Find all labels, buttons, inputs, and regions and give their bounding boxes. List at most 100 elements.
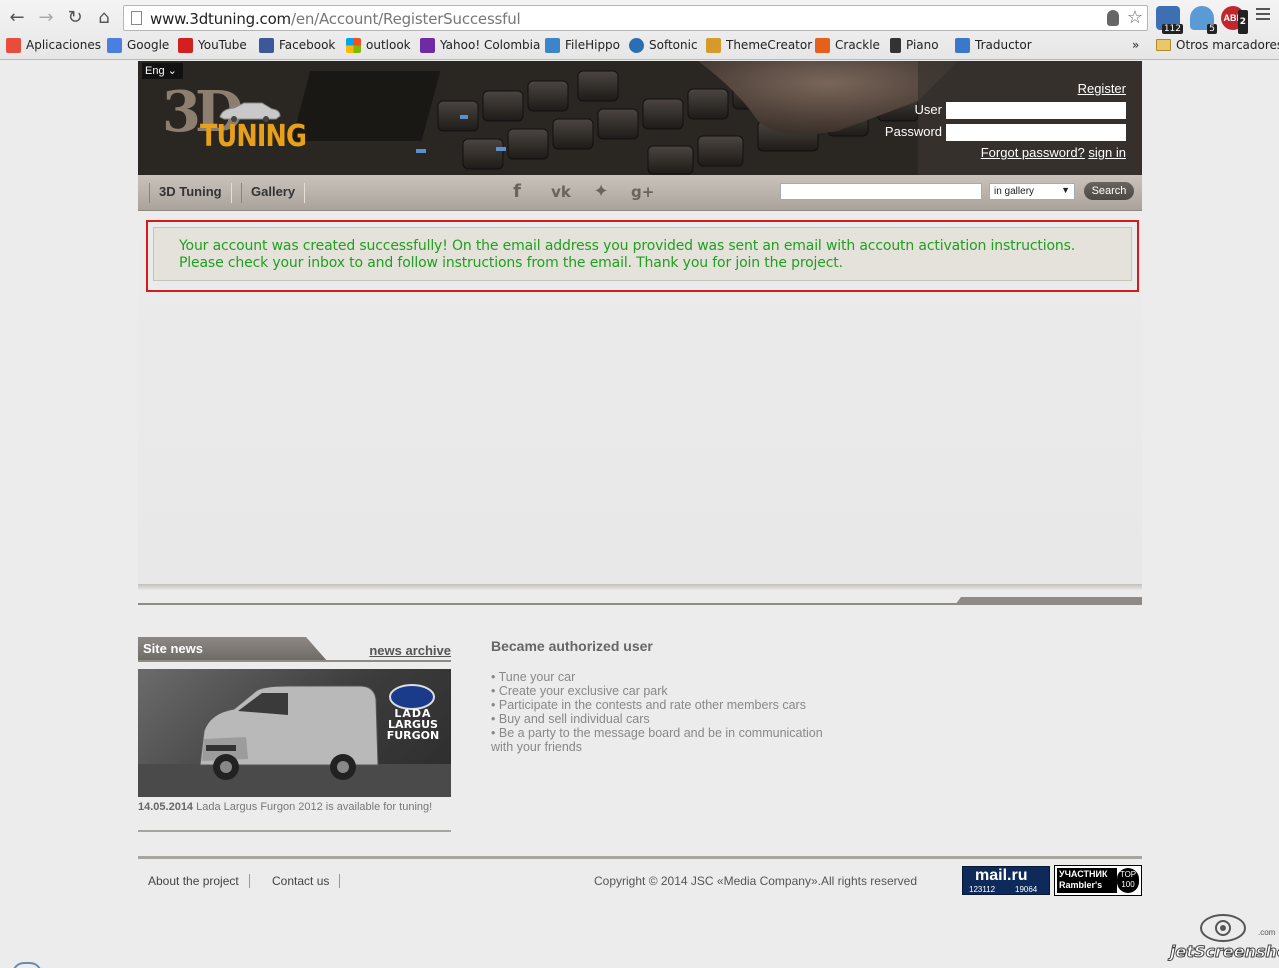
- watermark-text: jetScreenshot: [1170, 942, 1279, 962]
- site-search-input[interactable]: [780, 183, 982, 200]
- brand-line-3: FURGON: [386, 729, 440, 742]
- site-header: Eng ⌄ 3D TUNING Register User Password F…: [138, 61, 1142, 175]
- password-label: Password: [884, 124, 942, 139]
- news-date: 14.05.2014: [138, 801, 194, 813]
- bookmark-google[interactable]: Google: [107, 36, 169, 54]
- url-host: www.3dtuning.com: [150, 10, 291, 28]
- list-item: Tune your car: [491, 670, 831, 684]
- success-message-line-1: Your account was created successfully! O…: [179, 238, 1076, 254]
- nav-3d-tuning[interactable]: 3D Tuning: [149, 183, 232, 203]
- bookmark-facebook[interactable]: Facebook: [259, 36, 335, 54]
- vk-social-icon[interactable]: vk: [546, 181, 576, 203]
- contact-us-link[interactable]: Contact us: [262, 874, 341, 888]
- google-icon: [107, 37, 122, 53]
- bookmark-outlook[interactable]: outlook: [346, 36, 411, 54]
- other-bookmarks-label: Otros marcadores: [1176, 38, 1279, 52]
- bookmark-star-icon[interactable]: ☆: [1127, 7, 1143, 28]
- softonic-icon: [629, 37, 644, 53]
- bookmark-label: ThemeCreator: [726, 38, 813, 52]
- watermark-eye-icon: [1200, 914, 1246, 942]
- bookmark-traductor[interactable]: Traductor: [955, 36, 1032, 54]
- news-header-underline: [138, 660, 451, 662]
- nav-gallery[interactable]: Gallery: [241, 183, 306, 203]
- lightbulb-icon[interactable]: [1107, 10, 1119, 26]
- copyright-text: Copyright © 2014 JSC «Media Company».All…: [594, 874, 917, 888]
- reload-icon[interactable]: ↻: [64, 7, 86, 29]
- bookmark-label: YouTube: [198, 38, 247, 52]
- ghostery-extension-icon[interactable]: 5: [1190, 6, 1217, 34]
- bookmark-filehippo[interactable]: FileHippo: [545, 36, 620, 54]
- success-message-line-2: Please check your inbox to and follow in…: [179, 255, 843, 271]
- search-button[interactable]: Search: [1084, 182, 1134, 200]
- adblock-plus-extension-icon[interactable]: ABP 2: [1221, 6, 1248, 34]
- password-input[interactable]: [946, 124, 1126, 141]
- bookmark-crackle[interactable]: Crackle: [815, 36, 880, 54]
- home-icon[interactable]: ⌂: [93, 7, 115, 29]
- rambler-100: 100: [1121, 880, 1135, 889]
- rambler-line-2: Rambler's: [1059, 880, 1103, 890]
- bookmark-label: Traductor: [975, 38, 1032, 52]
- site-news-title: Site news: [138, 637, 328, 662]
- mailru-count-2: 19064: [1015, 885, 1038, 894]
- weather-badge: 112: [1161, 24, 1183, 34]
- news-item[interactable]: 14.05.2014 Lada Largus Furgon 2012 is av…: [138, 801, 451, 814]
- bookmark-label: Facebook: [279, 38, 336, 52]
- back-arrow-icon[interactable]: ←: [6, 7, 28, 29]
- rambler-participant: УЧАСТНИК Rambler's: [1057, 868, 1117, 893]
- bookmark-youtube[interactable]: YouTube: [178, 36, 247, 54]
- news-image[interactable]: LADA LARGUS FURGON: [138, 669, 451, 797]
- sign-in-link[interactable]: sign in: [1088, 145, 1126, 160]
- bookmark-piano[interactable]: Piano: [890, 36, 939, 54]
- main-navigation: 3D Tuning Gallery f vk ✦ g+ in gallery ▼ …: [138, 175, 1142, 211]
- register-link[interactable]: Register: [1078, 81, 1126, 96]
- mailru-counter-badge[interactable]: mail.ru 123112 19064: [962, 866, 1050, 895]
- bookmark-aplicaciones[interactable]: Aplicaciones: [6, 36, 101, 54]
- google-plus-social-icon[interactable]: g+: [631, 181, 654, 203]
- bookmark-softonic[interactable]: Softonic: [629, 36, 698, 54]
- twitter-social-icon[interactable]: ✦: [590, 181, 612, 203]
- list-item: Be a party to the message board and be i…: [491, 726, 831, 754]
- apps-grid-icon: [6, 37, 21, 53]
- url-path: /en/Account/RegisterSuccessful: [290, 10, 521, 28]
- rambler-top100-badge[interactable]: УЧАСТНИК Rambler's TOP 100: [1054, 865, 1142, 896]
- page-corner-icon: [12, 962, 42, 968]
- bookmark-label: Aplicaciones: [26, 38, 101, 52]
- about-project-link[interactable]: About the project: [138, 874, 250, 888]
- site-logo-text[interactable]: TUNING: [200, 119, 307, 154]
- themecreator-icon: [706, 37, 721, 53]
- search-scope-select[interactable]: in gallery ▼: [989, 183, 1075, 200]
- chrome-menu-icon[interactable]: [1256, 8, 1270, 23]
- bookmark-themecreator[interactable]: ThemeCreator: [706, 36, 812, 54]
- dropdown-arrow-icon: ▼: [1061, 185, 1070, 195]
- weather-extension-icon[interactable]: 112: [1156, 6, 1183, 34]
- adblock-badge: 2: [1237, 10, 1248, 34]
- facebook-social-icon[interactable]: f: [506, 181, 528, 203]
- rambler-line-1: УЧАСТНИК: [1059, 869, 1108, 879]
- bookmarks-overflow-chevron[interactable]: »: [1132, 36, 1139, 54]
- piano-icon: [890, 37, 901, 53]
- news-archive-link[interactable]: news archive: [369, 643, 451, 658]
- forgot-password-link[interactable]: Forgot password?: [981, 145, 1085, 160]
- content-bottom-shadow: [138, 584, 1142, 590]
- bookmark-label: Softonic: [649, 38, 698, 52]
- list-item: Buy and sell individual cars: [491, 712, 831, 726]
- lada-brand-text: LADA LARGUS FURGON: [382, 708, 444, 741]
- bookmark-yahoo[interactable]: Yahoo! Colombia: [420, 36, 540, 54]
- benefits-list: Tune your car Create your exclusive car …: [491, 670, 831, 754]
- list-item: Participate in the contests and rate oth…: [491, 698, 831, 712]
- url-text[interactable]: www.3dtuning.com/en/Account/RegisterSucc…: [150, 10, 521, 28]
- watermark-com: .com: [1258, 928, 1276, 937]
- footer-top-line: [138, 856, 1142, 859]
- auth-links: Forgot password? sign in: [981, 145, 1126, 160]
- language-selector[interactable]: Eng ⌄: [142, 63, 183, 79]
- username-input[interactable]: [946, 102, 1126, 119]
- youtube-icon: [178, 37, 193, 53]
- crackle-icon: [815, 37, 830, 53]
- other-bookmarks[interactable]: Otros marcadores: [1156, 36, 1279, 54]
- highlight-annotation-box: Your account was created successfully! O…: [146, 220, 1139, 292]
- became-authorized-title: Became authorized user: [491, 638, 653, 654]
- jetscreenshot-watermark: .com jetScreenshot: [1170, 912, 1279, 966]
- address-bar[interactable]: www.3dtuning.com/en/Account/RegisterSucc…: [123, 5, 1148, 31]
- forward-arrow-icon[interactable]: →: [35, 7, 57, 29]
- bookmark-label: FileHippo: [565, 38, 621, 52]
